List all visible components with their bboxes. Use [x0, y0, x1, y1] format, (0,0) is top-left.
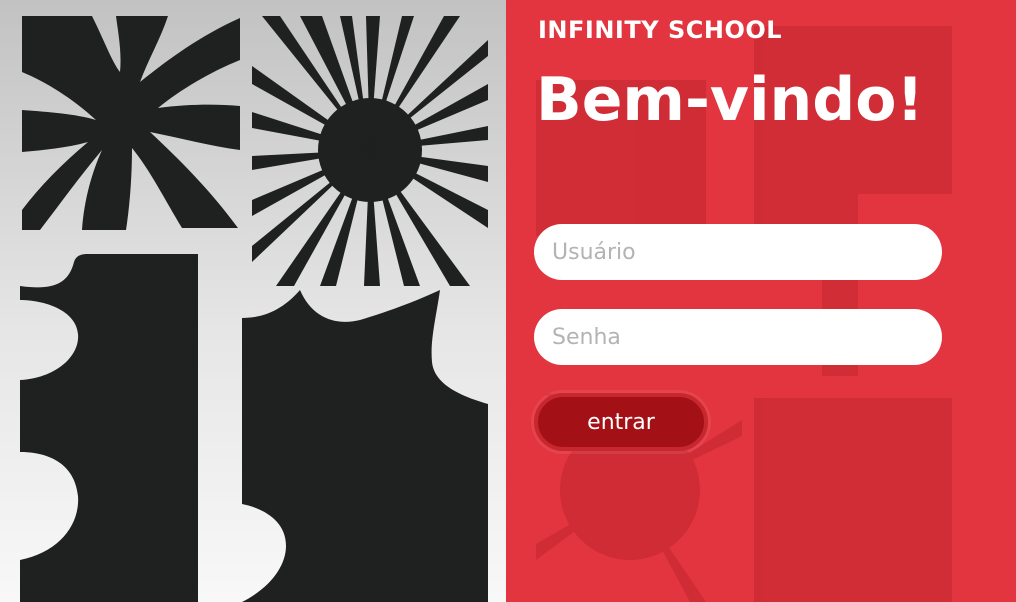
abstract-shapes-illustration — [20, 16, 488, 602]
splat-shape — [242, 290, 488, 602]
sunburst-shape — [252, 16, 488, 286]
blob-column-shape — [20, 254, 198, 602]
login-button[interactable]: entrar — [534, 393, 708, 451]
password-input[interactable] — [534, 309, 942, 365]
decorative-art-panel — [0, 0, 506, 602]
brand-logo: INFINITY SCHOOL — [538, 16, 783, 44]
username-input[interactable] — [534, 224, 942, 280]
flower-shape — [22, 16, 240, 230]
login-panel: INFINITY SCHOOL Bem-vindo! entrar — [506, 0, 1016, 602]
page-title: Bem-vindo! — [536, 65, 924, 135]
